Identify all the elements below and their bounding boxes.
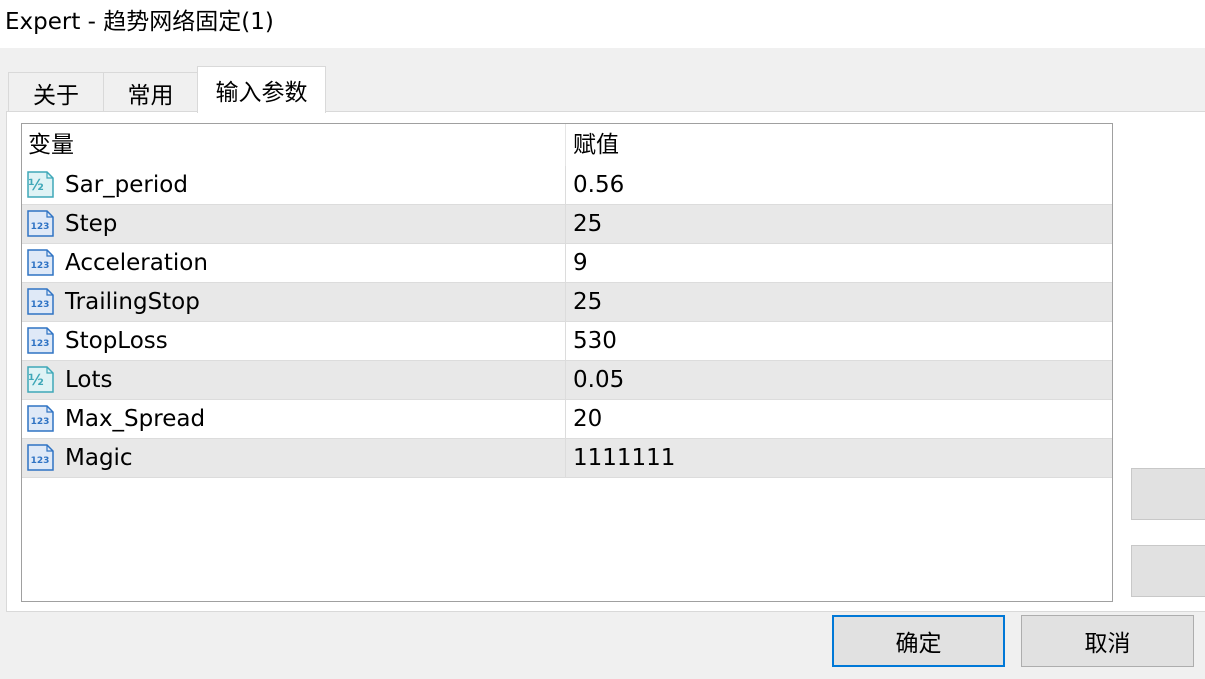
- table-row[interactable]: 123 TrailingStop 25: [22, 283, 1112, 322]
- icon-glyph: ½: [28, 371, 44, 389]
- column-header-value[interactable]: 赋值: [573, 124, 619, 166]
- parameter-value[interactable]: 530: [573, 322, 617, 360]
- integer-type-icon: 123: [27, 405, 54, 432]
- table-row[interactable]: 123 Acceleration 9: [22, 244, 1112, 283]
- window-title: Expert - 趋势网络固定(1): [5, 9, 274, 35]
- parameter-value[interactable]: 0.56: [573, 166, 624, 204]
- integer-type-icon: 123: [27, 249, 54, 276]
- parameter-name: Acceleration: [65, 250, 208, 276]
- cancel-button[interactable]: 取消: [1021, 615, 1194, 667]
- table-row[interactable]: 123 Max_Spread 20: [22, 400, 1112, 439]
- parameter-value[interactable]: 25: [573, 205, 602, 243]
- integer-type-icon: 123: [27, 210, 54, 237]
- parameter-name: TrailingStop: [65, 289, 200, 315]
- column-divider: [565, 361, 566, 399]
- integer-type-icon: 123: [27, 444, 54, 471]
- icon-glyph: 123: [31, 339, 50, 349]
- side-button-save[interactable]: [1131, 545, 1205, 597]
- parameter-name: Max_Spread: [65, 406, 206, 432]
- parameter-name: Magic: [65, 445, 133, 471]
- icon-glyph: 123: [31, 300, 50, 310]
- parameter-value[interactable]: 1111111: [573, 439, 675, 477]
- parameters-table: 变量 赋值 ½ Sar_period 0.56 123 Step 25 123 Acceler…: [21, 123, 1113, 602]
- table-row[interactable]: ½ Lots 0.05: [22, 361, 1112, 400]
- column-divider: [565, 400, 566, 438]
- column-divider: [565, 439, 566, 477]
- table-body: ½ Sar_period 0.56 123 Step 25 123 Acceleration 9…: [22, 166, 1112, 478]
- table-row[interactable]: 123 Step 25: [22, 205, 1112, 244]
- column-header-variable[interactable]: 变量: [28, 124, 74, 166]
- icon-glyph: 123: [31, 456, 50, 466]
- cancel-button-label: 取消: [1084, 631, 1131, 657]
- table-row[interactable]: ½ Sar_period 0.56: [22, 166, 1112, 205]
- parameter-value[interactable]: 9: [573, 244, 588, 282]
- column-divider: [565, 124, 566, 166]
- side-button-load[interactable]: [1131, 468, 1205, 520]
- parameter-value[interactable]: 20: [573, 400, 602, 438]
- integer-type-icon: 123: [27, 288, 54, 315]
- column-divider: [565, 244, 566, 282]
- double-type-icon: ½: [27, 366, 54, 393]
- tab-inputs-label: 输入参数: [215, 80, 308, 106]
- table-row[interactable]: 123 Magic 1111111: [22, 439, 1112, 478]
- tab-about[interactable]: 关于: [8, 72, 104, 112]
- double-type-icon: ½: [27, 171, 54, 198]
- ok-button-label: 确定: [895, 631, 942, 657]
- parameter-name: Step: [65, 211, 118, 237]
- icon-glyph: 123: [31, 261, 50, 271]
- parameter-value[interactable]: 0.05: [573, 361, 624, 399]
- parameter-name: Lots: [65, 367, 113, 393]
- integer-type-icon: 123: [27, 327, 54, 354]
- parameter-name: StopLoss: [65, 328, 168, 354]
- column-divider: [565, 322, 566, 360]
- tab-common[interactable]: 常用: [103, 72, 198, 112]
- icon-glyph: ½: [28, 176, 44, 194]
- ok-button[interactable]: 确定: [832, 615, 1005, 667]
- icon-glyph: 123: [31, 222, 50, 232]
- tab-common-label: 常用: [127, 82, 174, 109]
- parameter-value[interactable]: 25: [573, 283, 602, 321]
- title-bar: Expert - 趋势网络固定(1): [0, 0, 1205, 48]
- table-header: 变量 赋值: [22, 124, 1112, 166]
- tab-about-label: 关于: [33, 82, 79, 109]
- column-divider: [565, 283, 566, 321]
- icon-glyph: 123: [31, 417, 50, 427]
- table-row[interactable]: 123 StopLoss 530: [22, 322, 1112, 361]
- column-divider: [565, 166, 566, 204]
- tab-inputs[interactable]: 输入参数: [197, 66, 326, 113]
- parameter-name: Sar_period: [65, 172, 188, 198]
- column-divider: [565, 205, 566, 243]
